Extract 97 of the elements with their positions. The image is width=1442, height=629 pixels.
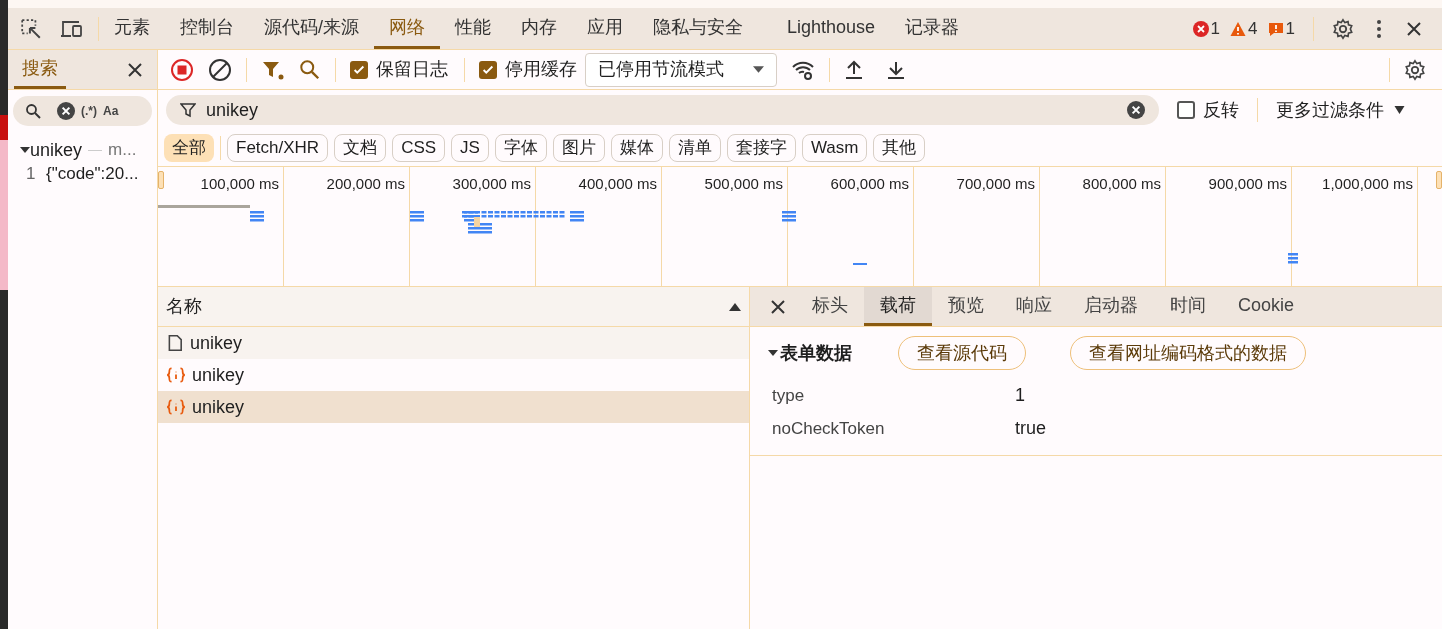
- time-tick-label: 200,000 ms: [326, 174, 405, 194]
- device-toolbar-icon[interactable]: [60, 18, 84, 39]
- type-filter-chip[interactable]: Fetch/XHR: [227, 134, 329, 162]
- search-match[interactable]: {"code":20...: [46, 161, 139, 187]
- time-tick-label: 500,000 ms: [704, 174, 783, 194]
- detail-tab[interactable]: 时间: [1154, 287, 1222, 326]
- type-filter-chip[interactable]: 图片: [552, 134, 605, 162]
- upload-icon[interactable]: [844, 59, 864, 80]
- time-tick-label: 600,000 ms: [830, 174, 909, 194]
- request-row[interactable]: unikey: [158, 327, 749, 359]
- close-icon[interactable]: [770, 298, 786, 315]
- section-title: 表单数据: [780, 341, 852, 365]
- range-handle[interactable]: [1436, 171, 1442, 189]
- caret-icon: [1394, 106, 1405, 114]
- caret-icon: [753, 66, 764, 73]
- detail-tab[interactable]: 载荷: [864, 287, 932, 326]
- type-filter-chip[interactable]: 字体: [494, 134, 547, 162]
- panel-tab[interactable]: 隐私与安全: [638, 8, 758, 49]
- type-filter-chip[interactable]: JS: [451, 134, 489, 162]
- result-file[interactable]: unikey: [30, 136, 83, 164]
- field-key: type: [772, 382, 1015, 409]
- detail-tab[interactable]: 响应: [1000, 287, 1068, 326]
- issue-count: 1: [1285, 17, 1295, 40]
- type-filter-chip[interactable]: 媒体: [610, 134, 663, 162]
- issue-count: 4: [1248, 17, 1258, 40]
- time-tick-label: 100,000 ms: [200, 174, 279, 194]
- error-icon: [1192, 20, 1209, 37]
- more-filters-dropdown[interactable]: 更多过滤条件: [1276, 96, 1405, 124]
- time-tick-label: 300,000 ms: [452, 174, 531, 194]
- field-value: true: [1015, 417, 1047, 440]
- more-icon[interactable]: [1376, 18, 1382, 39]
- settings-icon[interactable]: [1332, 17, 1354, 40]
- panel-tab[interactable]: 源代码/来源: [249, 8, 374, 49]
- field-value: 1: [1015, 384, 1025, 407]
- type-filter-chip[interactable]: 套接字: [726, 134, 796, 162]
- checkbox[interactable]: [479, 60, 497, 79]
- clear-icon[interactable]: [1127, 101, 1145, 119]
- panel-tab[interactable]: 网络: [374, 8, 440, 49]
- download-icon[interactable]: [886, 59, 906, 80]
- line-number: 1: [26, 163, 37, 186]
- search-icon: [25, 103, 41, 119]
- issue-count: 1: [1210, 17, 1221, 40]
- expand-caret-icon[interactable]: [768, 348, 778, 358]
- braces-icon: [166, 366, 186, 384]
- close-icon[interactable]: [1406, 20, 1422, 37]
- clear-icon[interactable]: [57, 102, 75, 120]
- inspect-icon[interactable]: [20, 17, 42, 40]
- detail-tab[interactable]: Cookie: [1222, 287, 1311, 326]
- type-filter-chip[interactable]: CSS: [392, 134, 446, 162]
- detail-tab[interactable]: 标头: [796, 287, 864, 326]
- column-header[interactable]: 名称: [158, 287, 749, 327]
- case-toggle[interactable]: Aa: [103, 102, 119, 120]
- throttling-dropdown[interactable]: 已停用节流模式: [585, 52, 777, 87]
- expand-caret-icon[interactable]: [20, 145, 30, 155]
- checkbox-label: 停用缓存: [505, 58, 577, 81]
- close-icon[interactable]: [127, 61, 143, 78]
- braces-icon: [166, 398, 186, 416]
- time-tick-label: 700,000 ms: [956, 174, 1035, 194]
- funnel-icon: [180, 102, 196, 118]
- regex-toggle[interactable]: (.*): [81, 102, 97, 120]
- sort-ascending-icon: [729, 302, 741, 311]
- warning-icon: [1230, 20, 1247, 37]
- panel-tab[interactable]: 控制台: [165, 8, 249, 49]
- type-filter-chip[interactable]: Wasm: [801, 134, 868, 162]
- result-path: m...: [108, 139, 137, 162]
- time-tick-label: 1,000,000 ms: [1322, 174, 1413, 194]
- time-tick-label: 400,000 ms: [578, 174, 657, 194]
- checkbox[interactable]: [1177, 101, 1195, 119]
- panel-tab[interactable]: 记录器: [890, 8, 975, 49]
- filter-field[interactable]: unikey: [166, 95, 1159, 125]
- type-filter-chip[interactable]: 文档: [334, 134, 387, 162]
- field-key: noCheckToken: [772, 415, 1015, 442]
- file-icon: [166, 334, 184, 352]
- request-row[interactable]: unikey: [158, 391, 749, 423]
- time-tick-label: 800,000 ms: [1082, 174, 1161, 194]
- request-row[interactable]: unikey: [158, 359, 749, 391]
- clear-icon[interactable]: [208, 57, 232, 82]
- issue-icon: [1267, 20, 1284, 37]
- range-handle[interactable]: [158, 171, 164, 189]
- checkbox-label: 保留日志: [376, 58, 448, 81]
- type-filter-chip[interactable]: 清单: [668, 134, 721, 162]
- panel-tab[interactable]: 性能: [440, 8, 506, 49]
- detail-tab[interactable]: 预览: [932, 287, 1000, 326]
- checkbox[interactable]: [350, 60, 368, 79]
- panel-tab[interactable]: 应用: [572, 8, 638, 49]
- detail-tab[interactable]: 启动器: [1068, 287, 1154, 326]
- panel-tab[interactable]: 元素: [99, 8, 165, 49]
- panel-tab[interactable]: 内存: [506, 8, 572, 49]
- checkbox-label: 反转: [1203, 98, 1239, 122]
- record-stop-icon[interactable]: [170, 57, 194, 82]
- type-filter-chip[interactable]: 全部: [164, 134, 214, 162]
- type-filter-chip[interactable]: 其他: [873, 134, 926, 162]
- time-tick-label: 900,000 ms: [1208, 174, 1287, 194]
- settings-icon[interactable]: [1404, 58, 1426, 81]
- search-icon[interactable]: [299, 58, 321, 81]
- search-field[interactable]: (.*) Aa: [13, 96, 152, 126]
- panel-tab[interactable]: Lighthouse: [772, 8, 891, 49]
